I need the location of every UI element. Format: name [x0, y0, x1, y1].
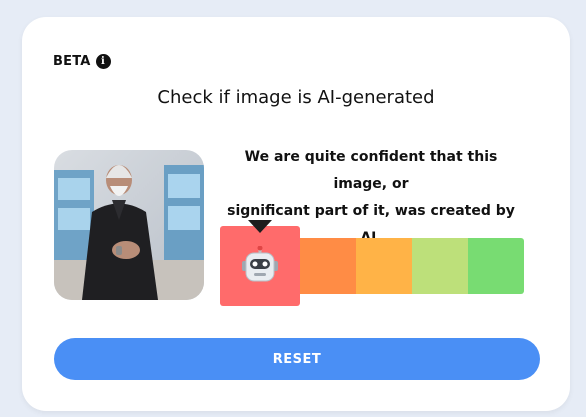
confidence-line-1: We are quite confident that this image, …: [244, 149, 498, 192]
scale-segment-selected: [220, 220, 300, 306]
robot-icon: [242, 246, 278, 282]
scale-segment-2: [298, 238, 356, 294]
beta-badge: BETA i: [53, 54, 111, 69]
info-icon[interactable]: i: [95, 54, 111, 69]
uploaded-image-thumbnail: [54, 150, 204, 300]
scale-segment-5: [468, 238, 524, 294]
reset-button[interactable]: RESET: [54, 338, 540, 380]
selection-pointer-icon: [248, 220, 272, 233]
beta-label: BETA: [53, 54, 91, 69]
scale-segment-4: [412, 238, 468, 294]
scale-segment-3: [356, 238, 412, 294]
page-title: Check if image is AI-generated: [157, 87, 435, 108]
detector-card: BETA i Check if image is AI-generated We…: [22, 17, 570, 411]
